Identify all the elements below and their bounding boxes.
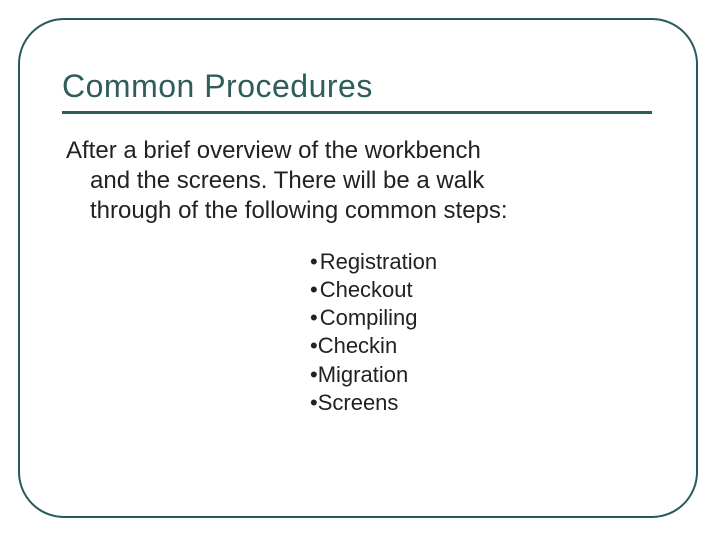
list-item: Migration xyxy=(310,361,652,389)
list-item-label: Registration xyxy=(320,249,437,274)
intro-paragraph: After a brief overview of the workbench … xyxy=(62,136,652,226)
slide-title: Common Procedures xyxy=(62,68,652,105)
list-item-label: Screens xyxy=(318,390,399,415)
intro-line-1: After a brief overview of the workbench xyxy=(66,137,481,164)
title-underline xyxy=(62,111,652,114)
list-item-label: Checkin xyxy=(318,333,397,358)
list-item: Compiling xyxy=(310,304,652,332)
steps-list: Registration Checkout Compiling Checkin … xyxy=(310,248,652,417)
list-item-label: Compiling xyxy=(320,305,418,330)
list-item: Screens xyxy=(310,389,652,417)
intro-line-2: and the screens. There will be a walk xyxy=(66,166,652,196)
list-item: Checkin xyxy=(310,332,652,360)
intro-line-3: through of the following common steps: xyxy=(66,196,652,226)
list-item-label: Migration xyxy=(318,362,408,387)
slide-content: Common Procedures After a brief overview… xyxy=(62,68,652,417)
list-item: Checkout xyxy=(310,276,652,304)
list-item: Registration xyxy=(310,248,652,276)
list-item-label: Checkout xyxy=(320,277,413,302)
